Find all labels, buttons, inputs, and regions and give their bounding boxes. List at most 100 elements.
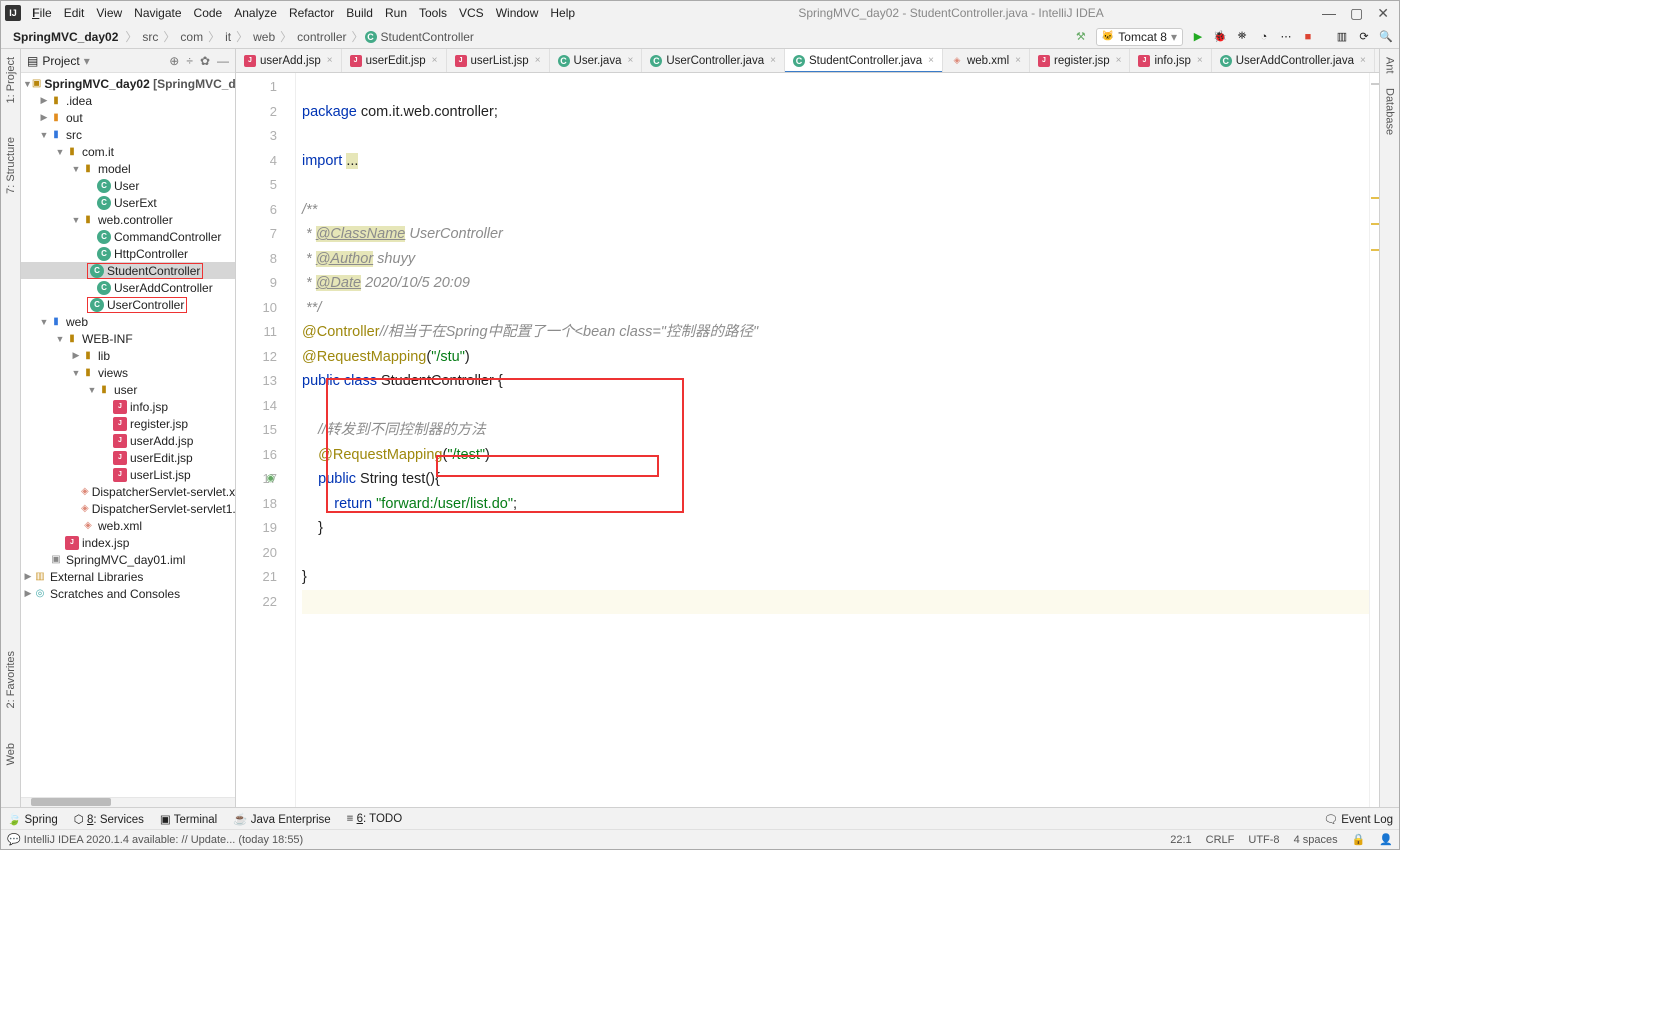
tree-iml[interactable]: SpringMVC_day01.iml [66, 553, 185, 567]
bc-controller[interactable]: controller [293, 28, 350, 46]
menu-edit[interactable]: Edit [59, 4, 90, 22]
divide-icon[interactable]: ÷ [186, 54, 193, 68]
bc-it[interactable]: it [221, 28, 235, 46]
tab-usercontroller-java[interactable]: CUserController.java× [642, 49, 785, 72]
indent[interactable]: 4 spaces [1294, 834, 1338, 846]
tab-info-jsp[interactable]: Jinfo.jsp× [1130, 49, 1211, 72]
sidetab-favorites[interactable]: 2: Favorites [5, 649, 17, 710]
tree-model[interactable]: model [98, 162, 131, 176]
caret-pos[interactable]: 22:1 [1170, 834, 1191, 846]
tips-icon[interactable]: 💬 [7, 833, 21, 846]
tree-indexjsp[interactable]: index.jsp [82, 536, 129, 550]
run-gutter-icon[interactable]: ◉ [266, 467, 275, 492]
stop-icon[interactable]: ■ [1301, 30, 1315, 44]
close-icon[interactable]: × [432, 55, 438, 66]
event-log[interactable]: 🗨 Event Log [1323, 812, 1393, 826]
tree-useraddctrl[interactable]: UserAddController [114, 281, 213, 295]
attach-icon[interactable]: ⋯ [1279, 30, 1293, 44]
menu-tools[interactable]: Tools [414, 4, 452, 22]
close-icon[interactable]: ✕ [1377, 5, 1389, 22]
bc-src[interactable]: src [138, 28, 162, 46]
minimize-icon[interactable]: — [1322, 5, 1336, 22]
tree-dispatcher[interactable]: DispatcherServlet-servlet.xm [92, 485, 235, 499]
tree-httpctrl[interactable]: HttpController [114, 247, 188, 261]
tab-webxml[interactable]: ◈web.xml× [943, 49, 1030, 72]
tool-javaee[interactable]: ☕ Java Enterprise [233, 812, 330, 826]
project-tree[interactable]: ▼▣SpringMVC_day02 [SpringMVC_day0 ▶▮.ide… [21, 73, 235, 797]
tree-user[interactable]: User [114, 179, 139, 193]
tree-cmdctrl[interactable]: CommandController [114, 230, 221, 244]
tree-webcontroller[interactable]: web.controller [98, 213, 173, 227]
menu-file[interactable]: FFile [27, 4, 57, 22]
maximize-icon[interactable]: ▢ [1350, 5, 1363, 22]
status-message[interactable]: IntelliJ IDEA 2020.1.4 available: // Upd… [24, 834, 303, 846]
tree-useraddjsp[interactable]: userAdd.jsp [130, 434, 193, 448]
tree-dispatcher1[interactable]: DispatcherServlet-servlet1.xm [92, 502, 235, 516]
tree-webxml[interactable]: web.xml [98, 519, 142, 533]
tab-useradd-jsp[interactable]: JuserAdd.jsp× [236, 49, 342, 72]
tool-services[interactable]: ⬡ 8: Services [74, 812, 144, 826]
tree-infojsp[interactable]: info.jsp [130, 400, 168, 414]
search-icon[interactable]: 🔍 [1379, 30, 1393, 44]
tool-terminal[interactable]: ▣ Terminal [160, 812, 217, 826]
tool-spring[interactable]: 🍃 Spring [7, 812, 58, 826]
menu-view[interactable]: View [91, 4, 127, 22]
close-icon[interactable]: × [928, 55, 934, 66]
inspection-icon[interactable]: 👤 [1379, 833, 1393, 846]
tab-user-java[interactable]: CUser.java× [550, 49, 643, 72]
structure-icon[interactable]: ▥ [1335, 30, 1349, 44]
tree-views[interactable]: views [98, 366, 128, 380]
menu-code[interactable]: Code [189, 4, 228, 22]
run-icon[interactable]: ▶ [1191, 30, 1205, 44]
tree-userctrl[interactable]: UserController [107, 298, 184, 312]
sidetab-web[interactable]: Web [5, 741, 17, 767]
h-scrollbar[interactable] [31, 798, 111, 806]
menu-navigate[interactable]: Navigate [129, 4, 186, 22]
tree-userdir[interactable]: user [114, 383, 137, 397]
code-editor[interactable]: package com.it.web.controller; import ..… [296, 73, 1369, 807]
chevron-down-icon[interactable]: ▾ [84, 54, 90, 68]
collapse-icon[interactable]: ⊕ [169, 54, 179, 68]
line-gutter[interactable]: 1234567891011121314151617◉1819202122 [236, 73, 296, 807]
tree-scratches[interactable]: Scratches and Consoles [50, 587, 180, 601]
menu-run[interactable]: Run [380, 4, 412, 22]
tree-webinf[interactable]: WEB-INF [82, 332, 133, 346]
line-sep[interactable]: CRLF [1206, 834, 1235, 846]
hammer-icon[interactable]: ⚒ [1074, 30, 1088, 44]
tree-usereditjsp[interactable]: userEdit.jsp [130, 451, 193, 465]
tree-root[interactable]: SpringMVC_day02 [44, 77, 149, 91]
tree-idea[interactable]: .idea [66, 94, 92, 108]
tab-userlist-jsp[interactable]: JuserList.jsp× [447, 49, 550, 72]
sidetab-database[interactable]: Database [1384, 86, 1396, 137]
bc-web[interactable]: web [249, 28, 279, 46]
tree-registerjsp[interactable]: register.jsp [130, 417, 188, 431]
close-icon[interactable]: × [327, 55, 333, 66]
gear-icon[interactable]: ✿ [200, 54, 210, 68]
menu-vcs[interactable]: VCS [454, 4, 489, 22]
menu-window[interactable]: Window [491, 4, 544, 22]
sidetab-structure[interactable]: 7: Structure [5, 135, 17, 196]
tree-extlibs[interactable]: External Libraries [50, 570, 143, 584]
tree-userext[interactable]: UserExt [114, 196, 157, 210]
close-icon[interactable]: × [535, 55, 541, 66]
menu-analyze[interactable]: Analyze [229, 4, 282, 22]
close-icon[interactable]: × [770, 55, 776, 66]
coverage-icon[interactable]: ⛯ [1235, 30, 1249, 44]
close-icon[interactable]: × [1116, 55, 1122, 66]
tree-out[interactable]: out [66, 111, 83, 125]
debug-icon[interactable]: 🐞 [1213, 30, 1227, 44]
tree-web[interactable]: web [66, 315, 88, 329]
hide-icon[interactable]: — [217, 54, 229, 68]
menu-build[interactable]: Build [341, 4, 378, 22]
sidetab-project[interactable]: 1: Project [5, 55, 17, 105]
tab-useraddcontroller-java[interactable]: CUserAddController.java× [1212, 49, 1375, 72]
close-icon[interactable]: × [1015, 55, 1021, 66]
close-icon[interactable]: × [1360, 55, 1366, 66]
tab-register-jsp[interactable]: Jregister.jsp× [1030, 49, 1130, 72]
run-config-combo[interactable]: 🐱 Tomcat 8 ▾ [1096, 28, 1183, 46]
close-icon[interactable]: × [627, 55, 633, 66]
sidetab-ant[interactable]: Ant [1384, 55, 1396, 76]
tree-src[interactable]: src [66, 128, 82, 142]
tab-studentcontroller-java[interactable]: CStudentController.java× [785, 49, 943, 72]
menu-help[interactable]: Help [545, 4, 580, 22]
